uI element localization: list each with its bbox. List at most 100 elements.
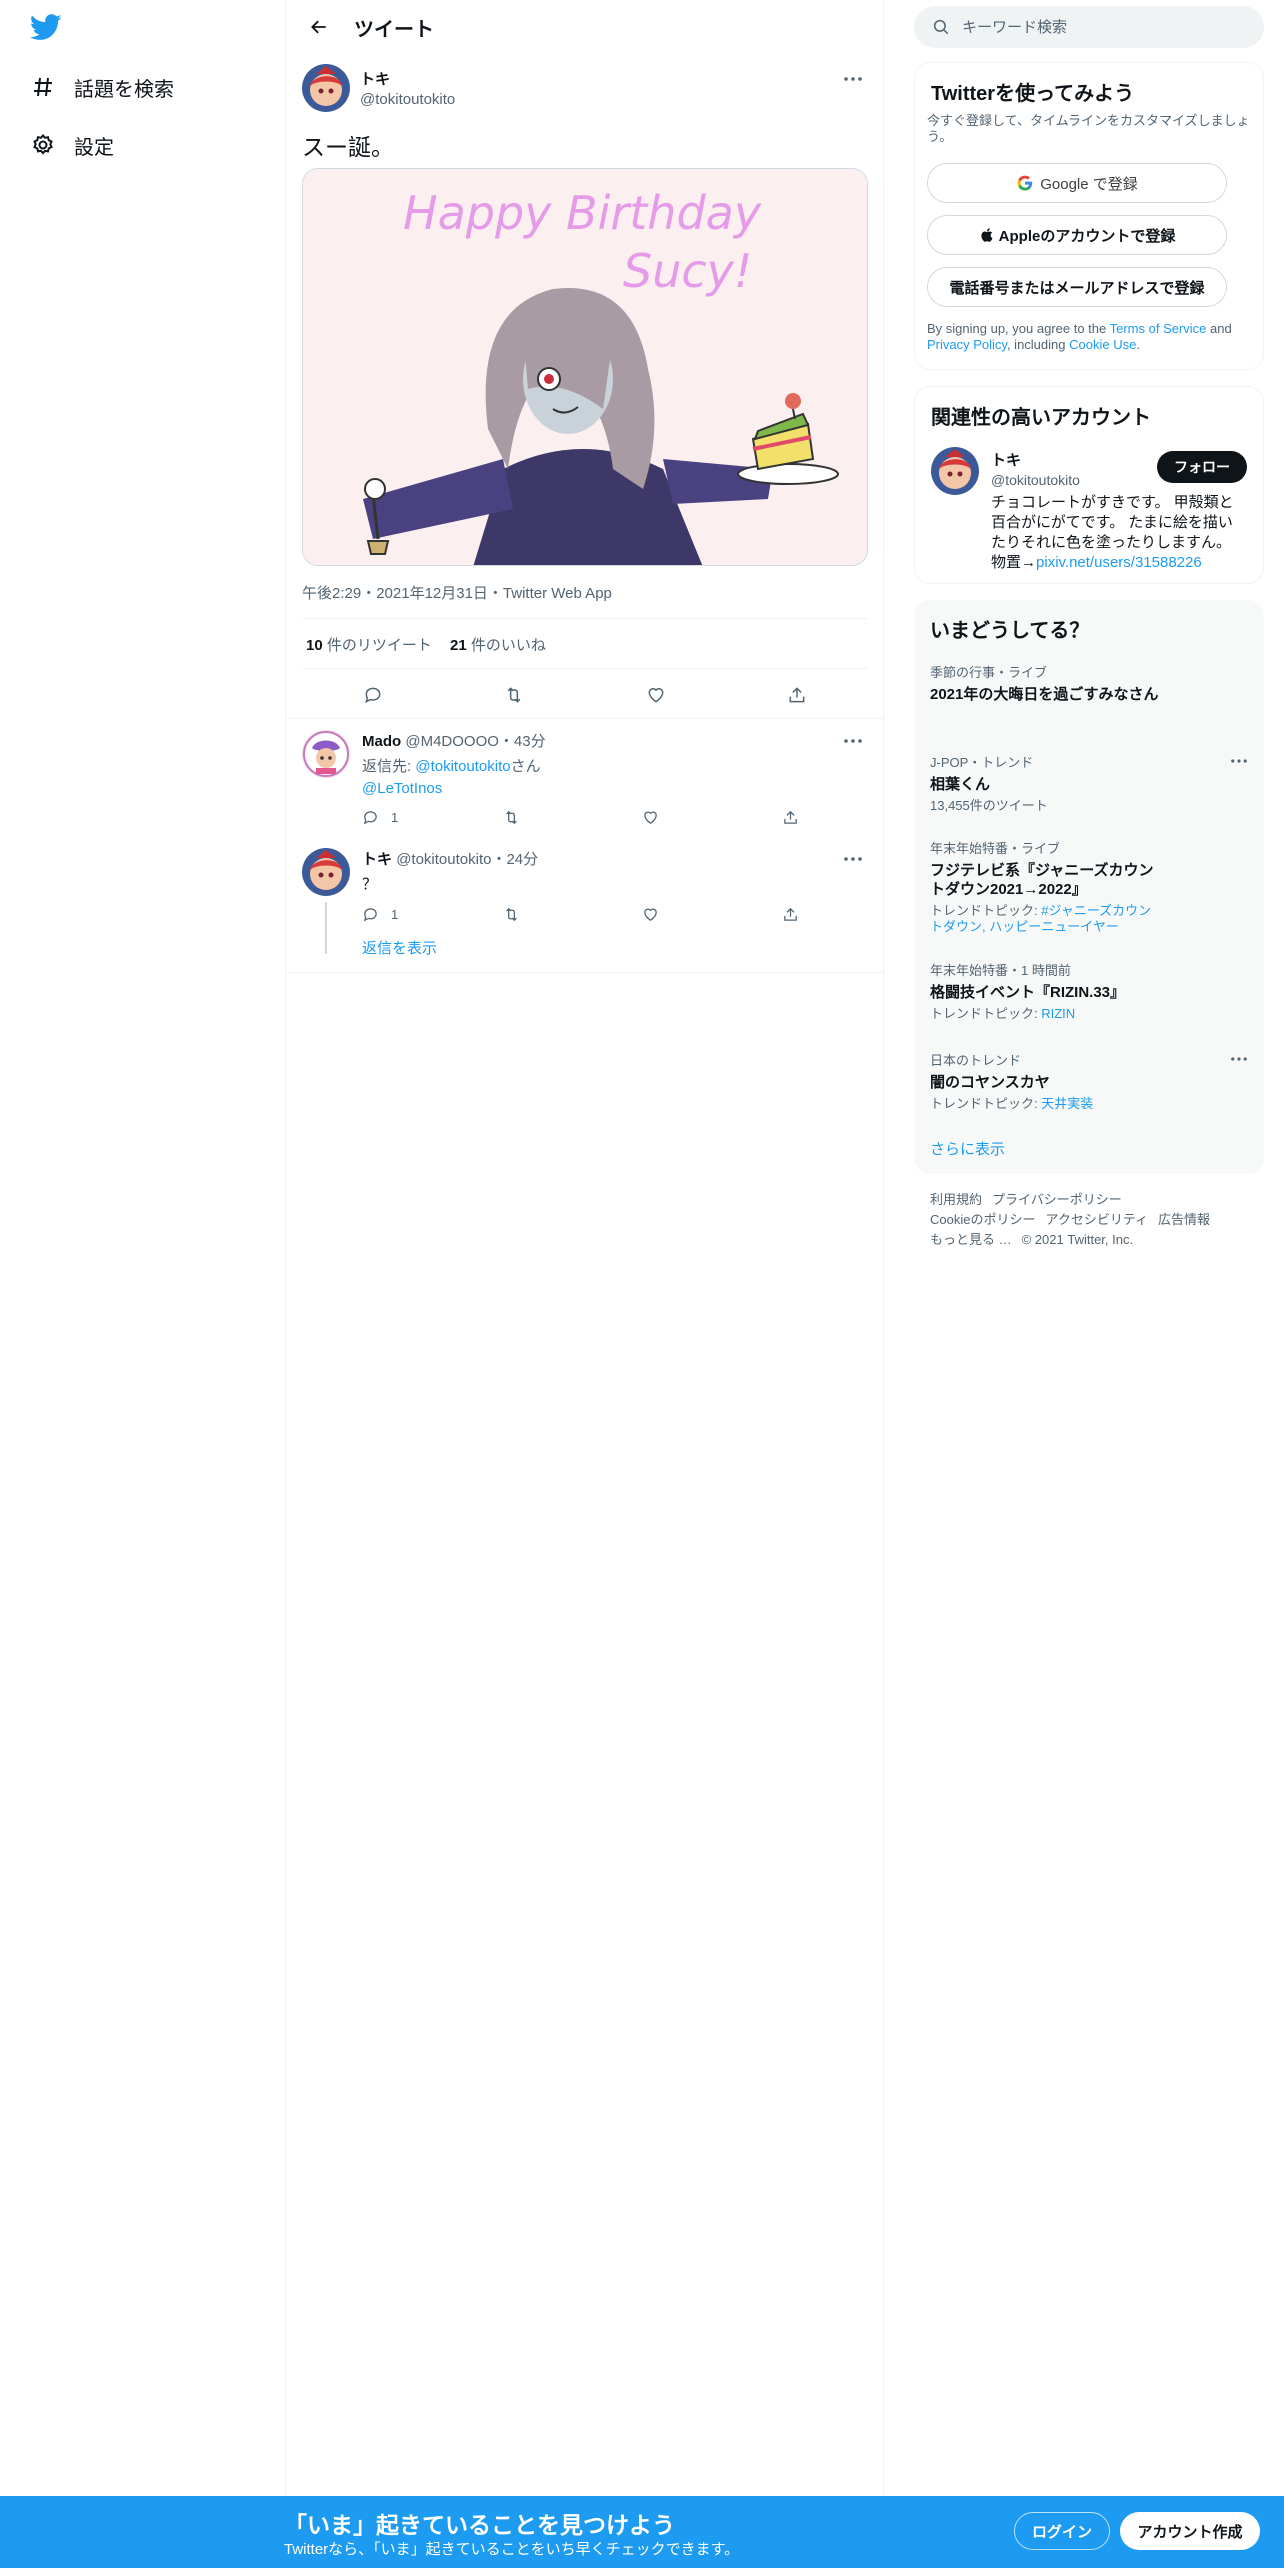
apple-signup-label: Appleのアカウントで登録 (998, 227, 1176, 245)
signup-card-subtitle: 今すぐ登録して、タイムラインをカスタマイズしましょう。 (927, 113, 1250, 144)
reply-author-handle[interactable]: @tokitoutokito (396, 851, 491, 868)
footer-link-ads[interactable]: 広告情報 (1158, 1212, 1210, 1227)
follow-button[interactable]: フォロー (1157, 451, 1247, 483)
likes-stat[interactable]: 21 件のいいね (450, 637, 546, 654)
trend-category: 季節の行事・ライブ (930, 665, 1048, 680)
like-button[interactable] (637, 676, 675, 714)
reply-author-handle[interactable]: @M4DOOOO (405, 733, 499, 750)
like-button[interactable] (642, 906, 742, 923)
terms-link[interactable]: Terms of Service (1110, 321, 1207, 336)
page-title: ツイート (354, 18, 434, 41)
more-options-button[interactable] (838, 726, 868, 756)
ellipsis-icon (1231, 759, 1247, 763)
divider (302, 668, 868, 669)
trend-topics: トレンドトピック: RIZIN (930, 1006, 1076, 1021)
twitter-bird-icon[interactable] (29, 14, 66, 44)
trend-item[interactable]: 日本のトレンド 闇のコヤンスカヤ トレンドトピック: 天井実装 (930, 1050, 1250, 1112)
footer-link-accessibility[interactable]: アクセシビリティ (1045, 1212, 1148, 1227)
author-handle[interactable]: @tokitoutokito (360, 91, 455, 108)
share-button[interactable] (782, 809, 802, 826)
apple-signup-button[interactable]: Appleのアカウントで登録 (927, 215, 1227, 255)
reply-time[interactable]: ・43分 (499, 733, 546, 750)
replying-to: 返信先: @tokitoutokitoさん (362, 758, 541, 775)
trend-title: フジテレビ系『ジャニーズカウン トダウン2021→2022』 (930, 862, 1154, 898)
trend-item[interactable]: 年末年始特番・1 時間前 格闘技イベント『RIZIN.33』 トレンドトピック:… (930, 960, 1250, 1022)
trend-more-button[interactable] (1228, 750, 1250, 772)
share-icon (784, 810, 797, 824)
trend-item[interactable]: 年末年始特番・ライブ フジテレビ系『ジャニーズカウン トダウン2021→2022… (930, 838, 1250, 935)
reply-time[interactable]: ・24分 (491, 851, 538, 868)
retweet-button[interactable] (502, 809, 602, 826)
reply-count: 1 (391, 907, 399, 922)
mention-link[interactable]: @tokitoutokito (415, 758, 510, 775)
retweet-button[interactable] (502, 906, 602, 923)
footer-link-cookies[interactable]: Cookieのポリシー (930, 1212, 1035, 1227)
reply-author-name[interactable]: トキ (362, 851, 392, 868)
heart-icon (648, 688, 664, 703)
trend-title: 闇のコヤンスカヤ (930, 1074, 1050, 1091)
trend-more-button[interactable] (1228, 1048, 1250, 1070)
signup-card-title: Twitterを使ってみよう (931, 83, 1135, 105)
left-navigation: 話題を検索 設定 (0, 0, 286, 2496)
reply-button[interactable] (354, 676, 392, 714)
share-button[interactable] (782, 906, 802, 923)
bottom-bar-title: 「いま」起きていることを見つけよう (284, 2512, 675, 2538)
reply-tweet[interactable]: トキ @tokitoutokito・24分 ？ 1 返信を表示 (286, 848, 884, 968)
avatar[interactable] (302, 64, 350, 112)
mention-link[interactable]: @LeTotInos (362, 780, 868, 797)
trend-topic-link[interactable]: トダウン, ハッピーニューイヤー (930, 919, 1250, 935)
avatar[interactable] (302, 730, 350, 778)
nav-label-explore: 話題を検索 (74, 78, 174, 101)
reply-count: 1 (391, 810, 399, 825)
share-icon (789, 687, 805, 703)
author-name[interactable]: トキ (360, 68, 455, 89)
retweets-stat[interactable]: 10 件のリツイート (306, 637, 432, 654)
trend-title: 2021年の大晦日を過ごすみなさん (930, 686, 1159, 703)
tweet-text: スー誕。 (302, 134, 394, 160)
search-bar[interactable] (914, 6, 1264, 48)
related-account-info[interactable]: トキ @tokitoutokito (991, 449, 1080, 488)
ellipsis-icon (1231, 1057, 1247, 1061)
trend-item[interactable]: 季節の行事・ライブ 2021年の大晦日を過ごすみなさん (930, 662, 1250, 704)
footer-more-link[interactable]: もっと見る … (930, 1232, 1012, 1247)
search-input[interactable] (962, 18, 1242, 36)
trend-topic-link[interactable]: #ジャニーズカウン (1041, 903, 1151, 918)
footer-link-privacy[interactable]: プライバシーポリシー (992, 1192, 1122, 1207)
trend-category: 日本のトレンド (930, 1053, 1022, 1068)
related-accounts-card: 関連性の高いアカウント トキ @tokitoutokito フォロー チョコレー… (914, 386, 1264, 584)
back-button[interactable] (302, 10, 336, 44)
cookie-link[interactable]: Cookie Use (1069, 337, 1136, 352)
reply-author-name[interactable]: Mado (362, 733, 401, 750)
phone-email-signup-button[interactable]: 電話番号またはメールアドレスで登録 (927, 267, 1227, 307)
login-button[interactable]: ログイン (1014, 2512, 1110, 2550)
more-options-button[interactable] (838, 844, 868, 874)
show-replies-link[interactable]: 返信を表示 (362, 937, 868, 958)
like-button[interactable] (642, 809, 742, 826)
trend-topic-link[interactable]: 天井実装 (1041, 1096, 1093, 1111)
trend-topic-link[interactable]: RIZIN (1041, 1006, 1075, 1021)
avatar[interactable] (302, 848, 350, 896)
avatar[interactable] (931, 447, 979, 495)
create-account-button[interactable]: アカウント作成 (1120, 2512, 1260, 2550)
show-more-link[interactable]: さらに表示 (930, 1138, 1005, 1159)
more-options-button[interactable] (838, 64, 868, 94)
trend-title: 相葉くん (930, 776, 991, 793)
tweet-image[interactable]: Happy Birthday Sucy! (302, 168, 868, 566)
reply-button[interactable]: 1 (362, 906, 462, 923)
ellipsis-icon (844, 77, 862, 81)
reply-tweet[interactable]: Mado @M4DOOOO・43分 返信先: @tokitoutokitoさん … (286, 730, 884, 830)
trend-item[interactable]: J-POP・トレンド 相葉くん 13,455件のツイート (930, 752, 1250, 814)
retweet-button[interactable] (495, 676, 533, 714)
reply-button[interactable]: 1 (362, 809, 462, 826)
reply-icon (364, 687, 381, 704)
google-signup-button[interactable]: Google で登録 (927, 163, 1227, 203)
tweet-timestamp[interactable]: 午後2:29・2021年12月31日・Twitter Web App (302, 582, 612, 603)
privacy-link[interactable]: Privacy Policy (927, 337, 1007, 352)
share-button[interactable] (778, 676, 816, 714)
divider (302, 618, 868, 619)
nav-item-explore[interactable]: 話題を検索 (30, 62, 174, 112)
footer-link-terms[interactable]: 利用規約 (930, 1192, 982, 1207)
bio-link[interactable]: pixiv.net/users/31588226 (1036, 554, 1202, 571)
related-card-title: 関連性の高いアカウント (931, 407, 1151, 429)
nav-item-settings[interactable]: 設定 (30, 120, 114, 170)
